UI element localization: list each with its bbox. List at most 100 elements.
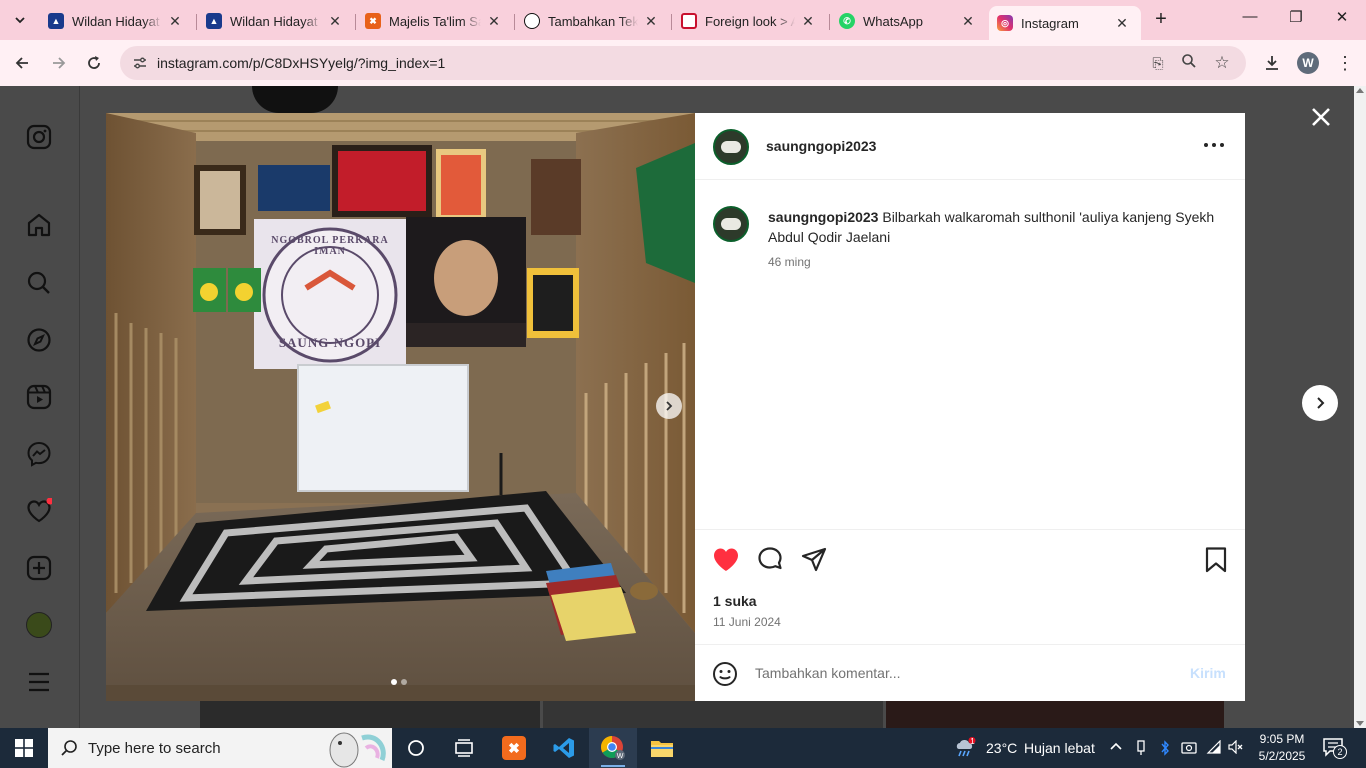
volume-muted-icon[interactable] [1228, 739, 1244, 756]
tab-whatsapp[interactable]: ✆ WhatsApp ✕ [831, 6, 987, 36]
restore-button[interactable]: ❐ [1284, 8, 1308, 32]
task-view-button[interactable] [392, 728, 440, 768]
usb-device-icon[interactable] [1133, 740, 1149, 756]
tab-foreign-look[interactable]: Foreign look > A ✕ [673, 6, 827, 36]
home-icon[interactable] [26, 212, 52, 238]
new-tab-button[interactable]: + [1150, 9, 1172, 31]
reload-button[interactable] [81, 50, 107, 76]
close-tab-icon[interactable]: ✕ [326, 13, 344, 30]
notifications-heart-icon[interactable] [26, 498, 52, 524]
folder-icon [651, 741, 673, 757]
weather-temp[interactable]: 23°C [986, 740, 1017, 756]
comment-input[interactable] [755, 662, 1175, 684]
chatgpt-icon [524, 13, 540, 29]
comment-composer: Kirim [695, 644, 1245, 701]
search-icon [61, 740, 77, 756]
post-header: saungngopi2023 [695, 113, 1245, 180]
tab-tambahkan[interactable]: Tambahkan Teks ✕ [516, 6, 670, 36]
messenger-icon[interactable] [26, 441, 52, 467]
weather-desc[interactable]: Hujan lebat [1024, 740, 1095, 756]
close-tab-icon[interactable]: ✕ [799, 13, 817, 30]
caption-author-avatar[interactable] [713, 206, 749, 242]
zoom-icon[interactable] [1179, 53, 1199, 73]
red-flag-icon [681, 13, 697, 29]
caption-timestamp[interactable]: 46 ming [768, 255, 811, 269]
minimize-button[interactable]: — [1238, 8, 1262, 32]
saung-interior-photo [106, 113, 695, 701]
taskbar-chrome[interactable]: W [589, 728, 637, 768]
instagram-page: NGOBROL PERKARA IMAN SAUNG NGOPI saungng… [0, 86, 1366, 728]
tab-search-button[interactable] [8, 8, 32, 32]
carousel-indicator [391, 679, 411, 685]
tab-wildan-1[interactable]: ▲ Wildan Hidayat - ✕ [40, 6, 194, 36]
tab-wildan-2[interactable]: ▲ Wildan Hidayat ✕ [198, 6, 354, 36]
post-actions: 1 suka 11 Juni 2024 [695, 529, 1245, 644]
address-bar[interactable]: instagram.com/p/C8DxHSYyelg/?img_index=1… [120, 46, 1246, 80]
search-placeholder: Type here to search [88, 740, 221, 757]
post-image[interactable]: NGOBROL PERKARA IMAN SAUNG NGOPI [106, 113, 695, 701]
task-view-button[interactable] [440, 728, 488, 768]
back-button[interactable] [9, 50, 35, 76]
likes-count[interactable]: 1 suka [713, 593, 757, 609]
taskbar-search-box[interactable]: Type here to search [48, 728, 392, 768]
post-date[interactable]: 11 Juni 2024 [713, 615, 781, 629]
author-username[interactable]: saungngopi2023 [766, 138, 876, 154]
taskbar-vscode[interactable] [540, 728, 588, 768]
close-tab-icon[interactable]: ✕ [485, 13, 503, 30]
xampp-icon: ✖ [502, 736, 526, 760]
explore-compass-icon[interactable] [26, 327, 52, 353]
reels-icon[interactable] [26, 384, 52, 410]
send-comment-button[interactable]: Kirim [1190, 665, 1226, 681]
notification-center-button[interactable]: 2 [1322, 737, 1348, 759]
close-window-button[interactable]: ✕ [1330, 8, 1354, 32]
instagram-logo-icon[interactable] [26, 124, 52, 150]
caption-username[interactable]: saungngopi2023 [768, 209, 878, 225]
close-tab-icon[interactable]: ✕ [959, 13, 977, 30]
tab-instagram[interactable]: ◎ Instagram ✕ [989, 6, 1141, 40]
start-button[interactable] [0, 728, 48, 768]
cortana-circle-icon [408, 740, 424, 756]
clock-date: 5/2/2025 [1258, 749, 1306, 763]
search-icon[interactable] [26, 270, 52, 296]
emoji-icon[interactable] [712, 661, 738, 687]
page-scrollbar[interactable] [1354, 86, 1366, 728]
chrome-menu-button[interactable]: ⋮ [1332, 50, 1358, 76]
wifi-icon[interactable] [1206, 739, 1222, 756]
create-plus-icon[interactable] [26, 555, 52, 581]
close-tab-icon[interactable]: ✕ [166, 13, 184, 30]
hamburger-menu-icon[interactable] [26, 669, 52, 695]
forward-button[interactable] [46, 50, 72, 76]
tab-strip: ▲ Wildan Hidayat - ✕ ▲ Wildan Hidayat ✕ … [0, 0, 1366, 40]
close-tab-icon[interactable]: ✕ [642, 13, 660, 30]
download-icon [1266, 56, 1278, 70]
save-bookmark-icon[interactable] [1201, 545, 1231, 575]
windows-logo-icon [15, 739, 33, 757]
bookmark-star-icon[interactable]: ☆ [1212, 53, 1232, 73]
author-avatar[interactable] [713, 129, 749, 165]
post-caption: saungngopi2023 Bilbarkah walkaromah sult… [768, 207, 1218, 247]
close-modal-icon[interactable] [1308, 104, 1334, 130]
close-tab-icon[interactable]: ✕ [1113, 15, 1131, 32]
next-post-button[interactable] [1302, 385, 1338, 421]
chevron-up-icon[interactable] [1108, 740, 1124, 756]
taskbar-xampp[interactable]: ✖ [490, 728, 538, 768]
downloads-button[interactable] [1259, 50, 1285, 76]
bluetooth-icon[interactable] [1157, 740, 1173, 756]
tab-majelis[interactable]: ✖ Majelis Ta'lim Sa ✕ [357, 6, 513, 36]
like-heart-icon[interactable] [711, 545, 741, 575]
install-app-icon[interactable]: ⎘ [1148, 53, 1168, 73]
tab-title: Wildan Hidayat [230, 13, 318, 29]
comment-icon[interactable] [755, 545, 785, 575]
system-clock[interactable]: 9:05 PM 5/2/2025 [1252, 731, 1312, 765]
more-options-button[interactable] [1203, 137, 1225, 155]
taskbar-file-explorer[interactable] [638, 728, 686, 768]
carousel-next-button[interactable] [656, 393, 682, 419]
camera-icon[interactable] [1181, 740, 1197, 756]
tab-title: Foreign look > A [705, 13, 795, 29]
background-grid-post [543, 701, 883, 728]
site-settings-icon[interactable] [132, 55, 148, 71]
clock-time: 9:05 PM [1259, 732, 1305, 746]
share-send-icon[interactable] [799, 545, 829, 575]
profile-avatar[interactable] [26, 612, 52, 638]
profile-avatar[interactable]: W [1297, 52, 1319, 74]
